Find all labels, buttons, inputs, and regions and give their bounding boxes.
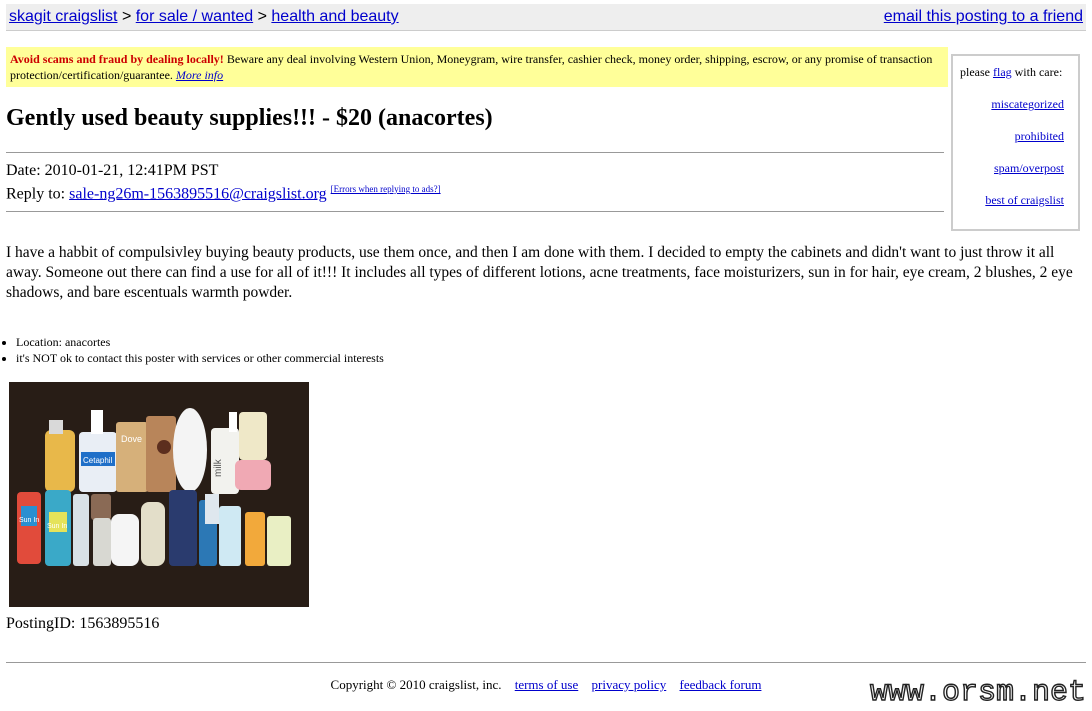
best-of-craigslist-link[interactable]: best of craigslist	[985, 193, 1064, 208]
breadcrumb-site-link[interactable]: skagit craigslist	[9, 8, 117, 25]
divider	[6, 211, 944, 212]
flag-box: please flag with care: miscategorized pr…	[951, 54, 1080, 231]
privacy-policy-link[interactable]: privacy policy	[592, 677, 667, 692]
breadcrumb-separator: >	[257, 8, 267, 25]
email-posting-link[interactable]: email this posting to a friend	[884, 8, 1083, 26]
scam-warning-headline: Avoid scams and fraud by dealing locally…	[10, 52, 224, 66]
flag-box-heading: please flag with care:	[960, 65, 1062, 80]
watermark: www.orsm.net	[869, 675, 1086, 710]
breadcrumb: skagit craigslist > for sale / wanted > …	[9, 8, 399, 26]
more-info-link[interactable]: More info	[176, 68, 223, 82]
reply-to-label: Reply to:	[6, 185, 70, 203]
breadcrumb-separator: >	[121, 8, 132, 25]
breadcrumb-category-link[interactable]: for sale / wanted	[136, 8, 253, 25]
posting-body: I have a habbit of compulsivley buying b…	[6, 244, 1073, 301]
feedback-forum-link[interactable]: feedback forum	[680, 677, 762, 692]
reply-email-link[interactable]: sale-ng26m-1563895516@craigslist.org	[69, 185, 327, 202]
reply-to-row: Reply to: sale-ng26m-1563895516@craigsli…	[6, 184, 441, 203]
flag-prohibited-link[interactable]: prohibited	[1015, 129, 1064, 144]
photo-label-sun-in: Sun In	[47, 523, 67, 530]
posting-title: Gently used beauty supplies!!! - $20 (an…	[6, 105, 493, 131]
photo-label-milk: milk	[213, 458, 224, 477]
photo-label-dove: Dove	[121, 434, 142, 444]
products-photo-illustration: Cetaphil Dove milk Sun In Sun In	[9, 382, 309, 607]
location-item: Location: anacortes	[16, 334, 384, 350]
posting-id: PostingID: 1563895516	[6, 615, 160, 632]
photo-label-cetaphil: Cetaphil	[83, 456, 113, 465]
posting-attributes: Location: anacortes it's NOT ok to conta…	[0, 334, 384, 366]
flag-link[interactable]: flag	[993, 65, 1012, 79]
photo-label-sun-in: Sun In	[19, 517, 39, 524]
divider	[6, 152, 944, 153]
flag-spam-link[interactable]: spam/overpost	[994, 161, 1064, 176]
flag-prefix: please	[960, 65, 993, 79]
top-bar: skagit craigslist > for sale / wanted > …	[6, 4, 1086, 31]
errors-replying-link[interactable]: [Errors when replying to ads?]	[331, 184, 441, 194]
copyright-text: Copyright © 2010 craigslist, inc.	[330, 677, 502, 692]
footer-divider	[6, 662, 1086, 663]
flag-miscategorized-link[interactable]: miscategorized	[991, 97, 1064, 112]
posting-photo[interactable]: Cetaphil Dove milk Sun In Sun In	[9, 382, 309, 607]
terms-of-use-link[interactable]: terms of use	[515, 677, 579, 692]
scam-warning: Avoid scams and fraud by dealing locally…	[6, 47, 948, 87]
breadcrumb-subcategory-link[interactable]: health and beauty	[271, 8, 398, 25]
contact-policy-item: it's NOT ok to contact this poster with …	[16, 350, 384, 366]
flag-suffix: with care:	[1011, 65, 1063, 79]
posting-date: Date: 2010-01-21, 12:41PM PST	[6, 162, 219, 179]
